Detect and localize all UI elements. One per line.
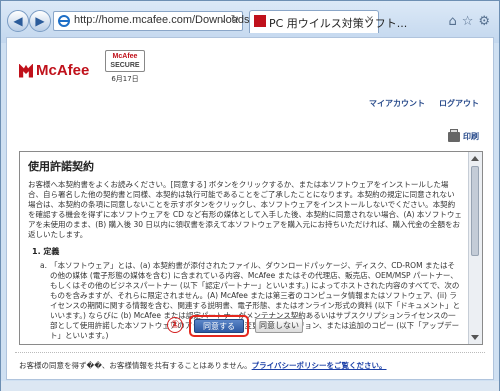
mcafee-secure-badge[interactable]: McAfee SECURE 6月17日 <box>105 50 145 84</box>
privacy-policy-link[interactable]: プライバシーポリシーをご覧ください。 <box>252 361 387 370</box>
tab-title: PC 用ウイルス対策ソフト... <box>269 17 408 30</box>
secure-badge-text: SECURE <box>110 62 140 69</box>
agreement-actions: ① 同意する 同意しない <box>7 315 495 339</box>
scroll-thumb[interactable] <box>471 166 479 256</box>
printer-icon <box>448 128 460 142</box>
print-label: 印刷 <box>463 132 479 141</box>
refresh-icon[interactable]: ⌄ ↻ <box>219 14 239 25</box>
account-links: マイアカウント ログアウト <box>355 98 479 109</box>
footer-divider <box>15 352 485 353</box>
tab-active[interactable]: PC 用ウイルス対策ソフト... × <box>249 10 407 33</box>
definitions-heading: 1. 定義 <box>32 247 60 256</box>
address-bar[interactable]: http://home.mcafee.com/Downloads/F ⌄ ↻ <box>53 11 259 31</box>
browser-window: ◀ ▶ http://home.mcafee.com/Downloads/F ⌄… <box>0 0 500 391</box>
secure-badge-brand: McAfee <box>112 53 138 60</box>
agree-button[interactable]: 同意する <box>194 319 244 333</box>
mcafee-shield-icon <box>19 63 33 78</box>
my-account-link[interactable]: マイアカウント <box>369 99 425 108</box>
agree-highlight: 同意する <box>189 315 249 337</box>
brand-name: McAfee <box>36 62 90 79</box>
disagree-button[interactable]: 同意しない <box>255 318 303 333</box>
toolbar-icons[interactable]: ⌂☆⚙ <box>448 14 495 29</box>
mcafee-favicon-icon <box>254 15 266 27</box>
step-marker: ① <box>167 317 183 333</box>
secure-badge-date: 6月17日 <box>111 75 139 83</box>
ie-page-icon <box>58 15 70 27</box>
logout-link[interactable]: ログアウト <box>439 99 479 108</box>
license-title: 使用許諾契約 <box>28 160 94 173</box>
privacy-notice: お客様の同意を得ず��、お客様情報を共有することはありません。 <box>19 361 252 370</box>
mcafee-logo: McAfee <box>19 60 89 79</box>
scroll-up-icon[interactable] <box>471 156 479 161</box>
close-tab-icon[interactable]: × <box>366 14 374 25</box>
license-intro: お客様へ本契約書をよくお読みください。[同意する] ボタンをクリックするか、また… <box>28 180 462 239</box>
privacy-footer: お客様の同意を得ず��、お客様情報を共有することはありません。プライバシーポリシ… <box>19 360 387 371</box>
back-button[interactable]: ◀ <box>7 10 29 32</box>
web-page: McAfee McAfee SECURE 6月17日 マイアカウント ログアウト 印… <box>6 37 494 380</box>
forward-button[interactable]: ▶ <box>29 10 51 32</box>
status-bar <box>1 381 499 391</box>
print-link[interactable]: 印刷 <box>448 128 479 142</box>
definition-item-label: a. <box>40 261 47 270</box>
